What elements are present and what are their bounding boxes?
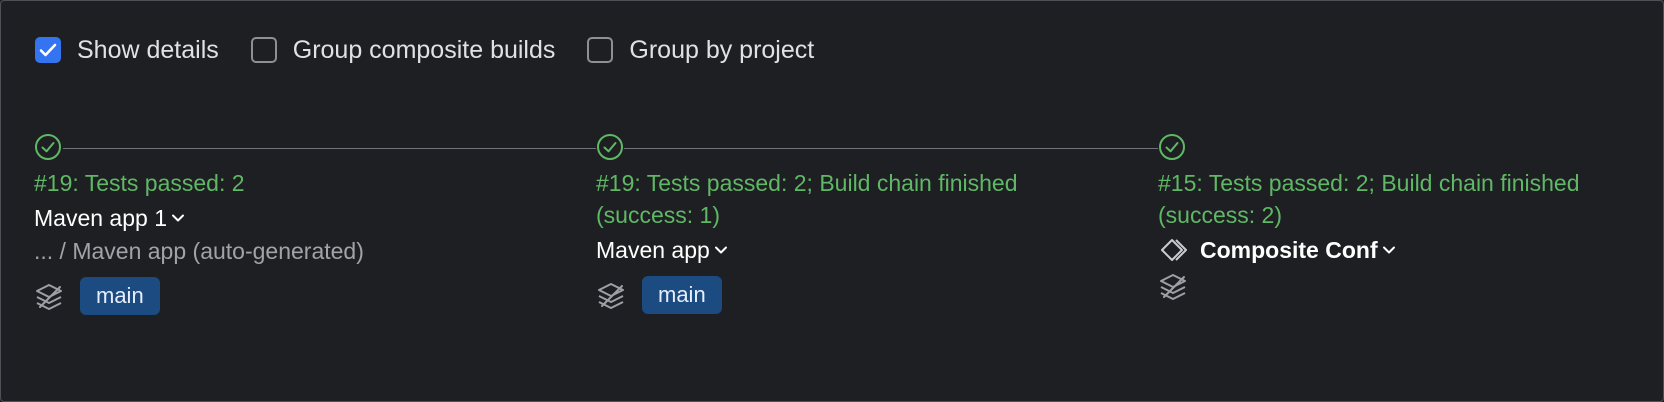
group-project-label: Group by project bbox=[629, 35, 815, 64]
build-status-line: #15: Tests passed: 2; Build chain finish… bbox=[1158, 170, 1580, 196]
branch-badge[interactable]: main bbox=[642, 276, 722, 314]
check-circle-icon bbox=[1158, 133, 1186, 161]
show-details-option[interactable]: Show details bbox=[35, 36, 219, 65]
show-details-checkbox[interactable] bbox=[35, 37, 61, 63]
build-status[interactable]: #19: Tests passed: 2 bbox=[34, 167, 554, 199]
build-config-name[interactable]: Maven app bbox=[596, 234, 728, 266]
chevron-down-icon bbox=[171, 214, 184, 222]
build-chain-icon bbox=[598, 283, 624, 309]
build-config-label: Maven app 1 bbox=[34, 205, 167, 231]
build-meta-row: main bbox=[34, 277, 554, 315]
group-project-checkbox[interactable] bbox=[587, 37, 614, 63]
check-icon bbox=[39, 43, 57, 57]
build-config-label: Composite Conf bbox=[1200, 237, 1378, 263]
build-config-name[interactable]: Composite Conf bbox=[1158, 234, 1396, 266]
build-card: #15: Tests passed: 2; Build chain finish… bbox=[1158, 133, 1663, 301]
build-chain-icon bbox=[36, 284, 62, 310]
build-status-line: #19: Tests passed: 2; Build chain finish… bbox=[596, 170, 1018, 196]
build-meta-row bbox=[1158, 271, 1663, 301]
build-card: #19: Tests passed: 2; Build chain finish… bbox=[596, 133, 1116, 314]
group-composite-checkbox[interactable] bbox=[250, 37, 277, 63]
build-config-label: Maven app bbox=[596, 237, 710, 263]
group-composite-label: Group composite builds bbox=[292, 35, 556, 64]
build-chain-panel: Show details Group composite builds Grou… bbox=[0, 0, 1664, 402]
chevron-down-icon bbox=[1382, 246, 1395, 254]
build-card: #19: Tests passed: 2 Maven app 1 ... / M… bbox=[34, 133, 554, 315]
view-options: Show details Group composite builds Grou… bbox=[35, 35, 846, 65]
check-circle-icon bbox=[596, 133, 624, 161]
build-status-line: (success: 2) bbox=[1158, 202, 1282, 228]
build-status-line: (success: 1) bbox=[596, 202, 720, 228]
build-chain-icon bbox=[1160, 274, 1186, 300]
group-composite-option[interactable]: Group composite builds bbox=[250, 35, 556, 65]
show-details-label: Show details bbox=[77, 35, 219, 64]
branch-badge[interactable]: main bbox=[80, 277, 160, 315]
group-project-option[interactable]: Group by project bbox=[587, 36, 814, 65]
check-circle-icon bbox=[34, 133, 62, 161]
build-meta-row: main bbox=[596, 276, 1116, 314]
composite-build-icon bbox=[1161, 239, 1187, 261]
project-path: ... / Maven app (auto-generated) bbox=[34, 238, 364, 264]
chevron-down-icon bbox=[714, 246, 727, 254]
build-config-name[interactable]: Maven app 1 bbox=[34, 202, 185, 234]
build-status[interactable]: #15: Tests passed: 2; Build chain finish… bbox=[1158, 167, 1663, 231]
build-status[interactable]: #19: Tests passed: 2; Build chain finish… bbox=[596, 167, 1116, 231]
